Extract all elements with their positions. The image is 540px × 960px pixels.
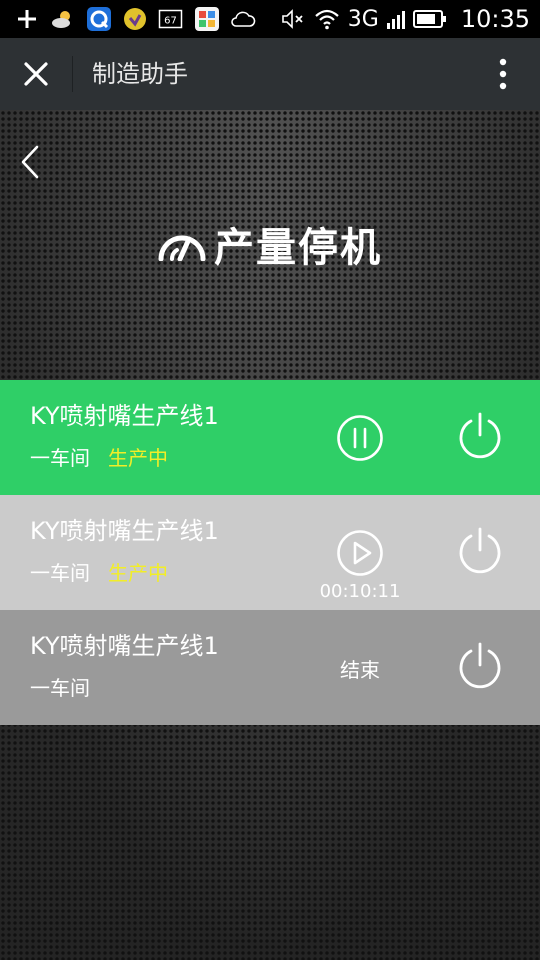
pause-button[interactable]	[336, 414, 384, 462]
line-name: KY喷射嘴生产线1	[30, 632, 219, 660]
production-line-card[interactable]: KY喷射嘴生产线1 一车间 生产中 00:10:11	[0, 495, 540, 610]
weather-icon	[50, 6, 76, 32]
power-button[interactable]	[456, 527, 504, 575]
system-status: 3G 10:35	[280, 4, 530, 34]
status-label: 生产中	[108, 561, 168, 585]
back-button[interactable]	[12, 140, 48, 184]
line-meta: 一车间 生产中	[30, 557, 168, 586]
page-title: 产量停机	[214, 225, 382, 271]
power-button[interactable]	[456, 412, 504, 460]
gallery-icon	[194, 6, 220, 32]
battery-icon	[412, 6, 447, 32]
status-label: 生产中	[108, 446, 168, 470]
line-name: KY喷射嘴生产线1	[30, 517, 219, 545]
gauge-logo-icon	[158, 224, 206, 264]
page-header: 产量停机	[0, 215, 540, 273]
signal-icon	[386, 6, 405, 32]
production-line-card[interactable]: KY喷射嘴生产线1 一车间 结束	[0, 610, 540, 725]
workshop-label: 一车间	[30, 561, 90, 585]
power-icon	[459, 412, 501, 459]
close-icon	[24, 62, 48, 86]
back-arrow-icon	[21, 145, 39, 179]
plus-icon	[14, 6, 40, 32]
power-button[interactable]	[456, 642, 504, 690]
line-meta: 一车间 生产中	[30, 442, 168, 471]
more-vertical-icon	[499, 58, 507, 90]
production-line-card[interactable]: KY喷射嘴生产线1 一车间 生产中	[0, 380, 540, 495]
network-type: 3G	[347, 6, 379, 32]
line-name: KY喷射嘴生产线1	[30, 402, 219, 430]
cloud-icon	[230, 6, 256, 32]
close-button[interactable]	[10, 50, 62, 98]
gift-icon	[122, 6, 148, 32]
battery-badge-text: 67	[164, 16, 177, 27]
play-button[interactable]	[336, 529, 384, 577]
title-divider	[72, 56, 73, 92]
pause-icon	[337, 415, 383, 461]
power-icon	[459, 527, 501, 574]
status-bar: 67 3G 10:35	[0, 0, 540, 38]
clock: 10:35	[460, 5, 530, 33]
mute-icon	[280, 6, 306, 32]
notification-icons: 67	[14, 6, 256, 32]
workshop-label: 一车间	[30, 446, 90, 470]
wifi-icon	[314, 6, 340, 32]
downtime-timer: 00:10:11	[319, 581, 401, 602]
title-bar: 制造助手	[0, 38, 540, 110]
end-label[interactable]: 结束	[320, 654, 400, 683]
more-options-button[interactable]	[488, 52, 518, 96]
line-meta: 一车间	[30, 672, 90, 701]
app-title: 制造助手	[92, 60, 188, 88]
workshop-label: 一车间	[30, 676, 90, 700]
main-area: 产量停机 KY喷射嘴生产线1 一车间 生产中 KY喷射嘴生产线1 一车间 生产中	[0, 110, 540, 960]
power-icon	[459, 642, 501, 689]
battery-badge-icon: 67	[158, 6, 184, 32]
q-app-icon	[86, 6, 112, 32]
play-icon	[337, 530, 383, 576]
